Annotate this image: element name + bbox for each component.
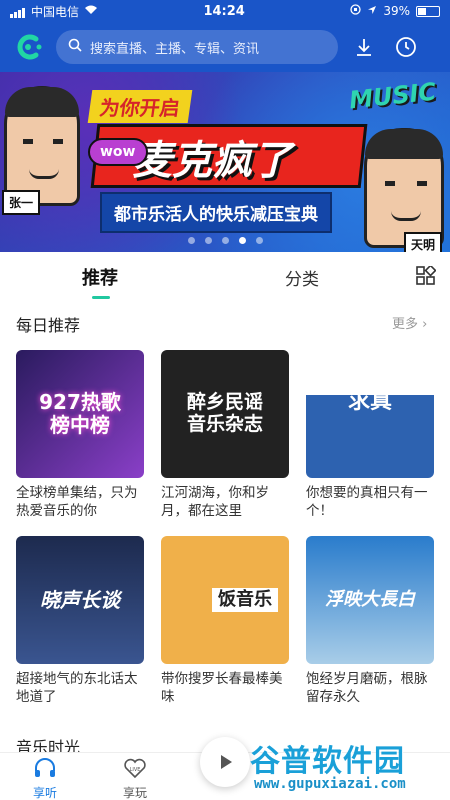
album-description: 饱经岁月磨砺，根脉留存永久 — [306, 671, 428, 705]
banner-subtitle: 都市乐活人的快乐减压宝典 — [100, 192, 332, 233]
search-bar[interactable]: 搜索直播、主播、专辑、资讯 — [56, 30, 338, 64]
host-name-left: 张一 — [2, 190, 41, 215]
wow-badge: wow — [88, 138, 148, 166]
album-description: 超接地气的东北话太地道了 — [16, 671, 138, 705]
nav-listen-label: 享听 — [32, 786, 57, 800]
carousel-dot[interactable] — [255, 237, 263, 244]
album-cover: 醉乡民谣 音乐杂志 — [161, 350, 289, 478]
search-placeholder: 搜索直播、主播、专辑、资讯 — [90, 41, 260, 57]
battery-icon — [415, 5, 440, 17]
host-illustration-left — [4, 86, 80, 206]
more-link[interactable]: 更多 › — [392, 313, 427, 332]
clock-icon — [396, 37, 416, 57]
cover-title: 浮映大長白 — [325, 588, 415, 610]
carousel-dot-active[interactable] — [238, 237, 246, 244]
app-logo-icon[interactable] — [14, 31, 46, 63]
play-button[interactable] — [200, 737, 250, 787]
nav-play-label: 享玩 — [122, 786, 147, 800]
tab-recommend[interactable]: 推荐 — [82, 264, 118, 290]
watermark-url: www.gupuxiazai.com — [254, 776, 406, 792]
battery-percent: 39% — [383, 4, 410, 18]
chevron-right-icon: › — [422, 317, 428, 332]
section-title-daily: 每日推荐 — [16, 316, 81, 335]
album-card[interactable]: 饭音乐 带你搜罗长春最棒美味 — [161, 536, 289, 706]
album-card[interactable]: 晓声长谈 超接地气的东北话太地道了 — [16, 536, 144, 706]
carrier-label: 中国电信 — [31, 4, 80, 19]
download-icon — [357, 39, 371, 56]
header: 搜索直播、主播、专辑、资讯 — [0, 22, 450, 72]
clock: 14:24 — [203, 3, 245, 19]
svg-text:LIVE: LIVE — [130, 767, 141, 773]
download-button[interactable] — [348, 31, 380, 63]
album-description: 江河湖海，你和岁月，都在这里 — [161, 485, 269, 519]
heart-live-icon: LIVE — [124, 758, 146, 779]
cover-title: 醉乡民谣 音乐杂志 — [186, 391, 263, 435]
cover-title: 927热歌 榜中榜 — [39, 390, 121, 437]
search-icon — [68, 38, 82, 56]
more-label: 更多 — [392, 317, 419, 332]
carousel-dot[interactable] — [204, 237, 212, 244]
cover-title: 饭音乐 — [212, 587, 278, 613]
banner-headline: 麦克疯了 — [132, 138, 292, 184]
location-icon — [367, 4, 377, 18]
album-card[interactable]: 浮映大長白 饱经岁月磨砺，根脉留存永久 — [306, 536, 434, 706]
watermark: 谷普软件园 www.gupuxiazai.com — [248, 736, 448, 796]
album-card[interactable]: 求真 你想要的真相只有一个！ — [306, 350, 434, 520]
album-cover: 饭音乐 — [161, 536, 289, 664]
wifi-icon — [84, 4, 98, 18]
tab-category[interactable]: 分类 — [285, 265, 319, 290]
tab-bar: 推荐 分类 — [0, 252, 450, 300]
status-bar: 中国电信 14:24 39% — [0, 0, 450, 22]
top-bar: 中国电信 14:24 39% 搜索直播、主播、专辑、资讯 — [0, 0, 450, 72]
host-illustration-right — [364, 128, 444, 248]
play-icon — [221, 755, 232, 769]
carousel-indicator — [0, 237, 450, 244]
tab-indicator — [92, 296, 110, 299]
album-description: 你想要的真相只有一个！ — [306, 485, 428, 519]
lock-rotation-icon — [350, 4, 361, 18]
nav-listen[interactable]: 享听 — [20, 757, 70, 800]
carousel-dot[interactable] — [221, 237, 229, 244]
album-cover: 927热歌 榜中榜 — [16, 350, 144, 478]
album-description: 带你搜罗长春最棒美味 — [161, 671, 283, 705]
album-cover: 求真 — [306, 350, 434, 478]
headphones-icon — [35, 758, 55, 777]
cover-title: 求真 — [347, 389, 392, 415]
album-card[interactable]: 927热歌 榜中榜 全球榜单集结，只为热爱音乐的你 — [16, 350, 144, 520]
album-cover: 浮映大長白 — [306, 536, 434, 664]
grid-menu-icon[interactable] — [416, 264, 437, 286]
album-description: 全球榜单集结，只为热爱音乐的你 — [16, 485, 138, 519]
signal-icon — [10, 4, 26, 18]
promo-banner[interactable]: 为你开启 MUSIC 麦克疯了 wow 都市乐活人的快乐减压宝典 张一 天明 — [0, 72, 450, 252]
watermark-title: 谷普软件园 — [250, 744, 405, 779]
nav-play[interactable]: LIVE 享玩 — [110, 757, 160, 800]
banner-tagline: 为你开启 — [87, 90, 193, 123]
cover-title: 晓声长谈 — [40, 587, 120, 612]
album-cover: 晓声长谈 — [16, 536, 144, 664]
album-card[interactable]: 醉乡民谣 音乐杂志 江河湖海，你和岁月，都在这里 — [161, 350, 289, 520]
carousel-dot[interactable] — [187, 237, 195, 244]
history-button[interactable] — [390, 31, 422, 63]
